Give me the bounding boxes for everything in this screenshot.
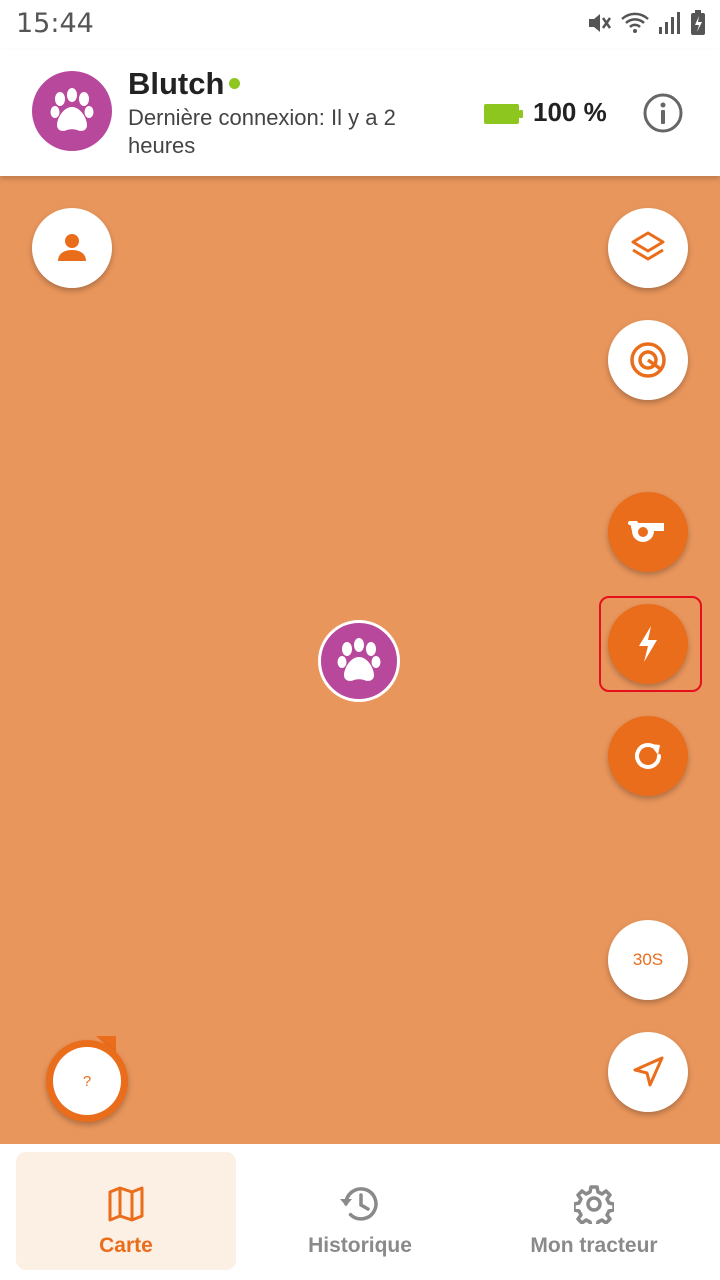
- status-icons: [586, 10, 706, 36]
- pet-name: Blutch: [128, 66, 225, 101]
- refresh-position-button[interactable]: [608, 716, 688, 796]
- battery-charging-icon: [691, 10, 705, 35]
- signal-icon: [659, 12, 680, 34]
- map-layers-button[interactable]: [608, 208, 688, 288]
- target-icon: [630, 342, 666, 378]
- tracker-header: Blutch Dernière connexion: Il y a 2 heur…: [0, 50, 720, 176]
- pet-location-marker[interactable]: [318, 620, 400, 702]
- last-connection-text: Dernière connexion: Il y a 2 heures: [128, 105, 396, 158]
- nav-label-carte: Carte: [99, 1234, 153, 1257]
- sound-alert-button[interactable]: [608, 492, 688, 572]
- help-button[interactable]: ?: [46, 1040, 128, 1122]
- geofence-button[interactable]: [608, 320, 688, 400]
- highlight-box: [599, 596, 702, 692]
- gear-icon: [574, 1185, 614, 1224]
- help-label: ?: [82, 1072, 92, 1090]
- map-view[interactable]: 30S ?: [0, 176, 720, 1144]
- help-button-inner: ?: [53, 1047, 121, 1115]
- person-icon: [58, 234, 86, 261]
- battery-percentage: 100 %: [533, 97, 607, 127]
- info-icon[interactable]: [642, 92, 684, 134]
- refresh-interval-label: 30S: [632, 950, 664, 969]
- refresh-interval-button[interactable]: 30S: [608, 920, 688, 1000]
- navigation-arrow-icon: [633, 1056, 664, 1087]
- battery-icon: [484, 104, 523, 124]
- map-icon: [108, 1186, 144, 1222]
- nav-item-historique[interactable]: Historique: [250, 1152, 470, 1270]
- paw-icon: [50, 88, 94, 131]
- refresh-icon: [635, 743, 661, 769]
- nav-item-carte[interactable]: Carte: [16, 1152, 236, 1270]
- wifi-icon: [621, 12, 649, 33]
- nav-item-mon-tracteur[interactable]: Mon tracteur: [484, 1152, 704, 1270]
- mute-icon: [589, 14, 612, 32]
- nav-label-historique: Historique: [308, 1234, 412, 1257]
- navigate-button[interactable]: [608, 1032, 688, 1112]
- bottom-navigation: Carte Historique Mon tracteur: [0, 1144, 720, 1280]
- status-bar: 15:44: [0, 0, 720, 50]
- history-icon: [340, 1187, 378, 1221]
- nav-label-mon-tracteur: Mon tracteur: [530, 1234, 658, 1257]
- pet-avatar[interactable]: [32, 71, 112, 151]
- my-location-button[interactable]: [32, 208, 112, 288]
- layers-icon: [631, 231, 665, 261]
- status-time: 15:44: [16, 8, 94, 39]
- whistle-icon: [628, 521, 664, 542]
- online-status-dot: [229, 78, 240, 89]
- paw-icon: [337, 638, 381, 681]
